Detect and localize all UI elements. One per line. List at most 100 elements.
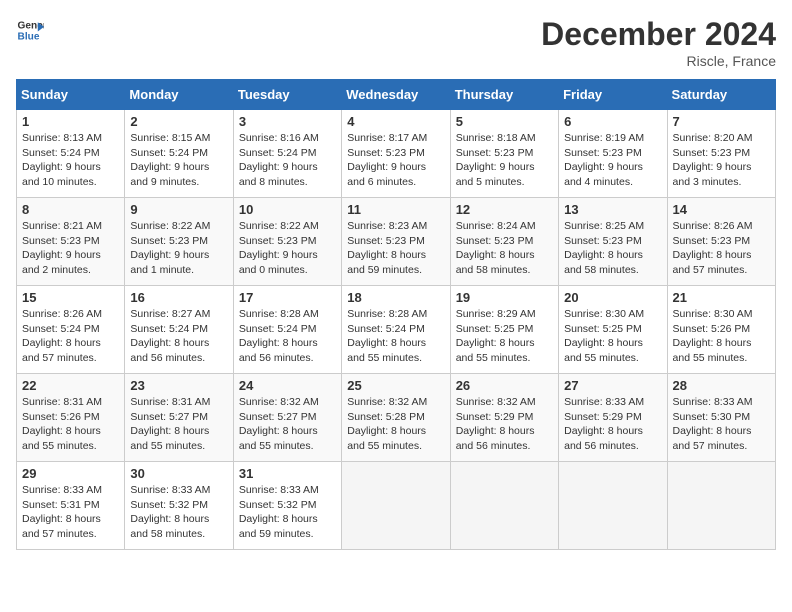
- day-number: 14: [673, 202, 770, 217]
- day-info: Sunrise: 8:20 AM Sunset: 5:23 PM Dayligh…: [673, 131, 770, 190]
- calendar-cell: 23 Sunrise: 8:31 AM Sunset: 5:27 PM Dayli…: [125, 374, 233, 462]
- day-info: Sunrise: 8:29 AM Sunset: 5:25 PM Dayligh…: [456, 307, 553, 366]
- week-row-2: 8 Sunrise: 8:21 AM Sunset: 5:23 PM Daylig…: [17, 198, 776, 286]
- day-number: 3: [239, 114, 336, 129]
- col-header-saturday: Saturday: [667, 80, 775, 110]
- calendar-cell: 17Sunrise: 8:28 AM Sunset: 5:24 PM Dayli…: [233, 286, 341, 374]
- calendar-cell: 5Sunrise: 8:18 AM Sunset: 5:23 PM Daylig…: [450, 110, 558, 198]
- day-number: 19: [456, 290, 553, 305]
- week-row-1: 1 Sunrise: 8:13 AM Sunset: 5:24 PM Daylig…: [17, 110, 776, 198]
- calendar-cell: 25Sunrise: 8:32 AM Sunset: 5:28 PM Dayli…: [342, 374, 450, 462]
- calendar-cell: 21 Sunrise: 8:30 AM Sunset: 5:26 PM Dayli…: [667, 286, 775, 374]
- day-info: Sunrise: 8:26 AM Sunset: 5:23 PM Dayligh…: [673, 219, 770, 278]
- day-info: Sunrise: 8:22 AM Sunset: 5:23 PM Dayligh…: [130, 219, 227, 278]
- day-info: Sunrise: 8:21 AM Sunset: 5:23 PM Dayligh…: [22, 219, 119, 278]
- day-number: 12: [456, 202, 553, 217]
- calendar-cell: [342, 462, 450, 550]
- calendar-cell: 18 Sunrise: 8:28 AM Sunset: 5:24 PM Dayli…: [342, 286, 450, 374]
- col-header-wednesday: Wednesday: [342, 80, 450, 110]
- day-info: Sunrise: 8:13 AM Sunset: 5:24 PM Dayligh…: [22, 131, 119, 190]
- calendar-cell: [450, 462, 558, 550]
- day-number: 6: [564, 114, 661, 129]
- day-number: 1: [22, 114, 119, 129]
- day-info: Sunrise: 8:31 AM Sunset: 5:26 PM Dayligh…: [22, 395, 119, 454]
- day-info: Sunrise: 8:27 AM Sunset: 5:24 PM Dayligh…: [130, 307, 227, 366]
- day-number: 2: [130, 114, 227, 129]
- calendar-cell: 6 Sunrise: 8:19 AM Sunset: 5:23 PM Daylig…: [559, 110, 667, 198]
- calendar-cell: 27 Sunrise: 8:33 AM Sunset: 5:29 PM Dayli…: [559, 374, 667, 462]
- calendar-table: SundayMondayTuesdayWednesdayThursdayFrid…: [16, 79, 776, 550]
- day-info: Sunrise: 8:33 AM Sunset: 5:31 PM Dayligh…: [22, 483, 119, 542]
- day-info: Sunrise: 8:22 AM Sunset: 5:23 PM Dayligh…: [239, 219, 336, 278]
- location: Riscle, France: [541, 53, 776, 69]
- day-info: Sunrise: 8:33 AM Sunset: 5:30 PM Dayligh…: [673, 395, 770, 454]
- calendar-cell: 4Sunrise: 8:17 AM Sunset: 5:23 PM Daylig…: [342, 110, 450, 198]
- svg-text:Blue: Blue: [18, 31, 40, 42]
- calendar-cell: 9 Sunrise: 8:22 AM Sunset: 5:23 PM Daylig…: [125, 198, 233, 286]
- day-info: Sunrise: 8:33 AM Sunset: 5:29 PM Dayligh…: [564, 395, 661, 454]
- calendar-cell: 30Sunrise: 8:33 AM Sunset: 5:32 PM Dayli…: [125, 462, 233, 550]
- day-info: Sunrise: 8:15 AM Sunset: 5:24 PM Dayligh…: [130, 131, 227, 190]
- day-number: 7: [673, 114, 770, 129]
- day-info: Sunrise: 8:25 AM Sunset: 5:23 PM Dayligh…: [564, 219, 661, 278]
- day-number: 17: [239, 290, 336, 305]
- calendar-cell: 13 Sunrise: 8:25 AM Sunset: 5:23 PM Dayli…: [559, 198, 667, 286]
- day-number: 24: [239, 378, 336, 393]
- day-info: Sunrise: 8:28 AM Sunset: 5:24 PM Dayligh…: [347, 307, 444, 366]
- calendar-cell: 12 Sunrise: 8:24 AM Sunset: 5:23 PM Dayli…: [450, 198, 558, 286]
- calendar-cell: 7 Sunrise: 8:20 AM Sunset: 5:23 PM Daylig…: [667, 110, 775, 198]
- calendar-cell: 8 Sunrise: 8:21 AM Sunset: 5:23 PM Daylig…: [17, 198, 125, 286]
- day-info: Sunrise: 8:30 AM Sunset: 5:25 PM Dayligh…: [564, 307, 661, 366]
- day-number: 23: [130, 378, 227, 393]
- calendar-cell: [559, 462, 667, 550]
- day-number: 26: [456, 378, 553, 393]
- month-title: December 2024: [541, 16, 776, 53]
- calendar-cell: 10 Sunrise: 8:22 AM Sunset: 5:23 PM Dayli…: [233, 198, 341, 286]
- day-number: 15: [22, 290, 119, 305]
- calendar-cell: 19 Sunrise: 8:29 AM Sunset: 5:25 PM Dayli…: [450, 286, 558, 374]
- col-header-monday: Monday: [125, 80, 233, 110]
- day-info: Sunrise: 8:32 AM Sunset: 5:29 PM Dayligh…: [456, 395, 553, 454]
- calendar-cell: 26 Sunrise: 8:32 AM Sunset: 5:29 PM Dayli…: [450, 374, 558, 462]
- day-number: 25: [347, 378, 444, 393]
- logo-icon: General Blue: [16, 16, 44, 44]
- calendar-cell: 14 Sunrise: 8:26 AM Sunset: 5:23 PM Dayli…: [667, 198, 775, 286]
- day-number: 9: [130, 202, 227, 217]
- day-number: 30: [130, 466, 227, 481]
- week-row-5: 29 Sunrise: 8:33 AM Sunset: 5:31 PM Dayli…: [17, 462, 776, 550]
- day-info: Sunrise: 8:30 AM Sunset: 5:26 PM Dayligh…: [673, 307, 770, 366]
- day-info: Sunrise: 8:18 AM Sunset: 5:23 PM Dayligh…: [456, 131, 553, 190]
- day-number: 18: [347, 290, 444, 305]
- calendar-header-row: SundayMondayTuesdayWednesdayThursdayFrid…: [17, 80, 776, 110]
- col-header-thursday: Thursday: [450, 80, 558, 110]
- calendar-cell: 11Sunrise: 8:23 AM Sunset: 5:23 PM Dayli…: [342, 198, 450, 286]
- calendar-cell: [667, 462, 775, 550]
- day-info: Sunrise: 8:24 AM Sunset: 5:23 PM Dayligh…: [456, 219, 553, 278]
- day-number: 21: [673, 290, 770, 305]
- day-number: 27: [564, 378, 661, 393]
- title-area: December 2024 Riscle, France: [541, 16, 776, 69]
- calendar-cell: 3Sunrise: 8:16 AM Sunset: 5:24 PM Daylig…: [233, 110, 341, 198]
- week-row-3: 15Sunrise: 8:26 AM Sunset: 5:24 PM Dayli…: [17, 286, 776, 374]
- col-header-tuesday: Tuesday: [233, 80, 341, 110]
- col-header-sunday: Sunday: [17, 80, 125, 110]
- day-number: 8: [22, 202, 119, 217]
- calendar-cell: 2 Sunrise: 8:15 AM Sunset: 5:24 PM Daylig…: [125, 110, 233, 198]
- calendar-cell: 20 Sunrise: 8:30 AM Sunset: 5:25 PM Dayli…: [559, 286, 667, 374]
- calendar-cell: 24Sunrise: 8:32 AM Sunset: 5:27 PM Dayli…: [233, 374, 341, 462]
- calendar-cell: 15Sunrise: 8:26 AM Sunset: 5:24 PM Dayli…: [17, 286, 125, 374]
- day-number: 11: [347, 202, 444, 217]
- col-header-friday: Friday: [559, 80, 667, 110]
- day-info: Sunrise: 8:31 AM Sunset: 5:27 PM Dayligh…: [130, 395, 227, 454]
- day-number: 20: [564, 290, 661, 305]
- day-number: 4: [347, 114, 444, 129]
- day-info: Sunrise: 8:19 AM Sunset: 5:23 PM Dayligh…: [564, 131, 661, 190]
- calendar-cell: 29 Sunrise: 8:33 AM Sunset: 5:31 PM Dayli…: [17, 462, 125, 550]
- day-number: 13: [564, 202, 661, 217]
- day-info: Sunrise: 8:33 AM Sunset: 5:32 PM Dayligh…: [239, 483, 336, 542]
- day-number: 28: [673, 378, 770, 393]
- day-number: 16: [130, 290, 227, 305]
- day-number: 10: [239, 202, 336, 217]
- day-number: 29: [22, 466, 119, 481]
- calendar-cell: 31Sunrise: 8:33 AM Sunset: 5:32 PM Dayli…: [233, 462, 341, 550]
